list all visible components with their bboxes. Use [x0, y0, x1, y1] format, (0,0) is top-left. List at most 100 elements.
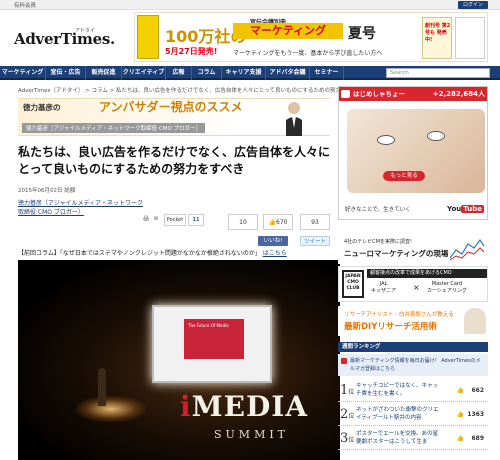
presentation-screen: The Future Of Media [152, 305, 272, 383]
youtube-play-icon [341, 90, 350, 98]
cmo-guest-a: JAL キッザニア [371, 281, 396, 295]
nav-item-creative[interactable]: クリエイティブ [122, 66, 166, 80]
nav-item-marketing[interactable]: マーケティング [0, 66, 46, 80]
login-button[interactable]: ログイン [458, 1, 488, 9]
ranking-title[interactable]: ネットがざわついた衝撃のクリエイティブ一ルト駅弁の内容 [356, 406, 440, 422]
site-logo[interactable]: AdverTimes. [14, 30, 115, 48]
nav-item-seminar[interactable]: セミナー [310, 66, 344, 80]
share-count-b-value: 670 [276, 219, 288, 226]
youtube-ad-channel: はじめしゃちょー [353, 90, 405, 98]
ranking-number: 2位 [340, 407, 354, 422]
speaker-figure [98, 368, 106, 406]
stage-spotlight [76, 396, 146, 422]
youtube-logo: You Tube [447, 205, 484, 213]
cmo-club-ad[interactable]: JAPAN CMO CLUB 顧客接点の改革で成果をあげるCMO JAL キッザニ… [338, 266, 488, 302]
neuro-graph-icon [449, 238, 485, 261]
lead-text: 【前回コラム】「なぜ日本ではステマやノンクレジット問題がなかなか根絶されないのか… [18, 250, 261, 257]
nav-item-adbata[interactable]: アドバタ会議 [266, 66, 310, 80]
more-button[interactable]: もっと見る [383, 171, 425, 181]
ranking-title[interactable]: ポスターでエールを交換。あの星要劇ポスターはこうして生ま [356, 430, 440, 446]
ranking-number: 1位 [340, 383, 354, 398]
imedia-logo-text: MEDIA [191, 390, 309, 423]
previous-column-lead: 【前回コラム】「なぜ日本ではステマやノンクレジット問題がなかなか根絶されないのか… [18, 248, 287, 257]
cmo-guest-a-company: JAL [379, 281, 388, 287]
youtube-ad[interactable]: はじめしゃちょー +2,282,684人 もっと見る 好きなことで、生きていく … [338, 86, 488, 220]
neuro-big-text: ニューロマーケティングの現場 [344, 249, 449, 258]
nav-item-promotion[interactable]: 販売促進 [86, 66, 122, 80]
neuro-small-text: 4社のテレビCMを実際に調査! [344, 239, 412, 245]
diy-title: 最新DIYリサーチ活用術 [344, 322, 437, 332]
member-label[interactable]: 有料会員 [14, 1, 36, 9]
face-eye-right [427, 131, 445, 141]
nav-item-column[interactable]: コラム [192, 66, 222, 80]
banner-title-marketing: マーケティング [233, 23, 343, 39]
imedia-logo: iMEDIA [180, 390, 308, 423]
ranking-number-suffix: 位 [348, 437, 355, 444]
cmo-guest-b-company: Master Card [431, 281, 463, 287]
youtube-ad-header: はじめしゃちょー +2,282,684人 [339, 87, 487, 101]
ambassador-title: アンバサダー視点のススメ [99, 100, 243, 114]
youtube-ad-copy: 好きなことで、生きていく [345, 207, 411, 213]
diy-lead: リサーチアナリスト・白井恵梨さんが教える [344, 312, 454, 318]
ranking-number-suffix: 位 [348, 413, 355, 420]
sidebar: はじめしゃちょー +2,282,684人 もっと見る 好きなことで、生きていく … [338, 86, 490, 460]
share-count-c: 93 [300, 214, 330, 230]
top-banner-ad[interactable]: 100万社の 宣伝会議別冊 マーケティング 夏号 5月27日発売! マーケティン… [134, 12, 488, 62]
pocket-button[interactable]: Pocket [164, 214, 186, 226]
neuro-marketing-ad[interactable]: 4社のテレビCMを実際に調査! ニューロマーケティングの現場 [338, 234, 488, 264]
ranking-likes: 689 [471, 435, 484, 442]
cmo-club-header: 顧客接点の改革で成果をあげるCMO [367, 269, 487, 278]
article-date: 2015年06月02日 総額 [18, 188, 76, 194]
facebook-like-button[interactable]: いいね! [258, 236, 288, 246]
youtube-ad-count: +2,282,684人 [433, 87, 485, 101]
ranking-title[interactable]: キャッチコピーではなく、キャッチ費を生むを書く。 [356, 382, 440, 398]
share-count-b: 👍670 [263, 214, 293, 230]
cmo-guest-b-name: カーシェアリング [427, 288, 467, 294]
summit-text: SUMMIT [214, 428, 290, 441]
thumb-icon: 👍 [456, 435, 464, 442]
pocket-count: 11 [188, 214, 204, 226]
ranking-likes: 1363 [467, 411, 484, 418]
banner-catch: マーケティングをもう一度、基本から学び直したい方へ [233, 50, 383, 57]
ranking-item[interactable]: 1位 キャッチコピーではなく、キャッチ費を生むを書く。 👍 662 [338, 380, 488, 402]
cmo-guest-a-name: キッザニア [371, 288, 397, 294]
nav-item-pr[interactable]: 広報 [166, 66, 192, 80]
thumb-icon: 👍 [268, 219, 277, 226]
thumb-icon: 👍 [456, 387, 464, 394]
site-logo-subtitle: アドタイ [75, 28, 96, 34]
ranking-number-suffix: 位 [348, 389, 355, 396]
nav-item-advertising[interactable]: 宣伝・広告 [46, 66, 86, 80]
author-role-link[interactable]: 取締役 CMO ブロガー） [18, 207, 84, 216]
author-org-link[interactable]: 徳力基彦（アジャイルメディア・ネットワーク [18, 198, 143, 207]
breadcrumb[interactable]: AdverTimes（アドタイ） > コラム > 私たちは、良い広告を作るだけで… [18, 86, 363, 94]
print-icon[interactable]: 🖨 [142, 214, 150, 226]
nav-item-career[interactable]: キャリア支援 [222, 66, 266, 80]
diy-research-ad[interactable]: リサーチアナリスト・白井恵梨さんが教える 最新DIYリサーチ活用術 [338, 306, 488, 336]
ambassador-column-banner[interactable]: 徳力基彦の アンバサダー視点のススメ 徳力基彦［アジャイルメディア・ネットワーク… [18, 98, 330, 136]
banner-release-date: 5月27日発売! [165, 47, 218, 56]
article-title: 私たちは、良い広告を作るだけでなく、広告自体を人々にとって良いものにするための努… [18, 145, 331, 176]
ranking-item[interactable]: 2位 ネットがざわついた衝撃のクリエイティブ一ルト駅弁の内容 👍 1363 [338, 404, 488, 426]
cmo-club-badge: JAPAN CMO CLUB [342, 270, 364, 298]
tweet-button[interactable]: ツイート [300, 236, 330, 246]
top-bar: 有料会員 ログイン [0, 0, 500, 10]
newsletter-notice[interactable]: 最新マーケティング情報を毎日お届け！ AdverTimesのメルマガ登録はこちら [338, 354, 488, 376]
ranking-likes: 662 [471, 387, 484, 394]
main-nav: マーケティング 宣伝・広告 販売促進 クリエイティブ 広報 コラム キャリア支援… [0, 66, 500, 80]
search-input[interactable]: Search [386, 68, 490, 78]
banner-badge-box: 創刊号 第2号も 発売中! [422, 17, 452, 59]
newsletter-notice-text: 最新マーケティング情報を毎日お届け！ AdverTimesのメルマガ登録はこちら [350, 358, 481, 372]
cmo-guest-b: Master Card カーシェアリング [427, 281, 467, 295]
slide-content: The Future Of Media [184, 319, 244, 359]
mail-icon[interactable]: ✉ [152, 214, 160, 226]
ranking-number: 3位 [340, 431, 354, 446]
thumb-icon: 👍 [456, 411, 464, 418]
lead-link[interactable]: はこちら [263, 250, 287, 257]
magazine-cover-image [137, 15, 159, 59]
youtube-logo-you: You [447, 205, 462, 213]
share-count-a: 10 [228, 214, 258, 230]
ambassador-lead: 徳力基彦の [23, 103, 61, 112]
ranking-item[interactable]: 3位 ポスターでエールを交換。あの星要劇ポスターはこうして生ま 👍 689 [338, 428, 488, 450]
youtube-logo-tube: Tube [461, 205, 484, 213]
author-photo [286, 102, 302, 136]
